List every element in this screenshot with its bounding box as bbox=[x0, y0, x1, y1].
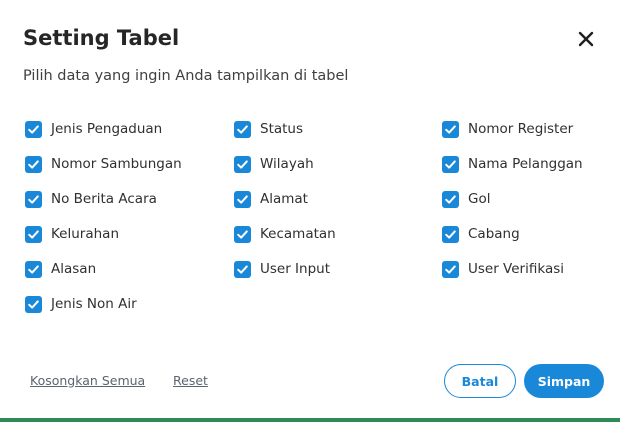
option-kelurahan[interactable]: Kelurahan bbox=[25, 224, 119, 244]
option-label: No Berita Acara bbox=[51, 191, 157, 207]
option-nomor-register[interactable]: Nomor Register bbox=[442, 119, 573, 139]
option-label: User Input bbox=[260, 261, 331, 277]
option-kecamatan[interactable]: Kecamatan bbox=[234, 224, 336, 244]
option-label: Kelurahan bbox=[51, 226, 120, 242]
checkbox-checked-icon[interactable] bbox=[234, 190, 251, 208]
option-label: Jenis Non Air bbox=[51, 296, 137, 312]
option-label: Alasan bbox=[51, 261, 97, 277]
option-cabang[interactable]: Cabang bbox=[442, 224, 520, 244]
cancel-button[interactable]: Batal bbox=[444, 364, 516, 398]
checkbox-checked-icon[interactable] bbox=[25, 295, 42, 313]
option-alasan[interactable]: Alasan bbox=[25, 259, 96, 279]
checkbox-checked-icon[interactable] bbox=[442, 155, 459, 173]
checkbox-checked-icon[interactable] bbox=[442, 190, 459, 208]
dialog-title: Setting Tabel bbox=[23, 26, 180, 50]
option-label: Kecamatan bbox=[260, 226, 336, 242]
checkbox-checked-icon[interactable] bbox=[234, 225, 251, 243]
option-nama-pelanggan[interactable]: Nama Pelanggan bbox=[442, 154, 583, 174]
option-status[interactable]: Status bbox=[234, 119, 303, 139]
option-label: Nomor Register bbox=[468, 121, 574, 137]
checkbox-checked-icon[interactable] bbox=[442, 260, 459, 278]
checkbox-checked-icon[interactable] bbox=[442, 120, 459, 138]
save-button[interactable]: Simpan bbox=[524, 364, 604, 398]
checkbox-checked-icon[interactable] bbox=[442, 225, 459, 243]
checkbox-checked-icon[interactable] bbox=[234, 155, 251, 173]
option-label: Nama Pelanggan bbox=[468, 156, 583, 172]
reset-link[interactable]: Reset bbox=[173, 373, 208, 388]
checkbox-checked-icon[interactable] bbox=[25, 155, 42, 173]
checkbox-checked-icon[interactable] bbox=[25, 190, 42, 208]
checkbox-checked-icon[interactable] bbox=[234, 120, 251, 138]
option-gol[interactable]: Gol bbox=[442, 189, 490, 209]
clear-all-link[interactable]: Kosongkan Semua bbox=[30, 373, 145, 388]
dialog-subtitle: Pilih data yang ingin Anda tampilkan di … bbox=[23, 68, 349, 84]
option-label: Nomor Sambungan bbox=[51, 156, 182, 172]
checkbox-checked-icon[interactable] bbox=[234, 260, 251, 278]
option-user-verifikasi[interactable]: User Verifikasi bbox=[442, 259, 564, 279]
option-label: Alamat bbox=[260, 191, 308, 207]
option-jenis-pengaduan[interactable]: Jenis Pengaduan bbox=[25, 119, 162, 139]
option-label: Cabang bbox=[468, 226, 520, 242]
option-alamat[interactable]: Alamat bbox=[234, 189, 308, 209]
option-wilayah[interactable]: Wilayah bbox=[234, 154, 314, 174]
checkbox-checked-icon[interactable] bbox=[25, 260, 42, 278]
option-user-input[interactable]: User Input bbox=[234, 259, 330, 279]
option-jenis-non-air[interactable]: Jenis Non Air bbox=[25, 294, 137, 314]
setting-table-dialog: Setting Tabel Pilih data yang ingin Anda… bbox=[0, 0, 620, 422]
close-icon bbox=[578, 31, 594, 47]
option-label: Gol bbox=[468, 191, 491, 207]
option-label: User Verifikasi bbox=[468, 261, 564, 277]
close-button[interactable] bbox=[575, 28, 597, 50]
checkbox-checked-icon[interactable] bbox=[25, 120, 42, 138]
option-label: Wilayah bbox=[260, 156, 314, 172]
option-label: Status bbox=[260, 121, 304, 137]
checkbox-checked-icon[interactable] bbox=[25, 225, 42, 243]
option-label: Jenis Pengaduan bbox=[51, 121, 163, 137]
option-no-berita-acara[interactable]: No Berita Acara bbox=[25, 189, 157, 209]
option-nomor-sambungan[interactable]: Nomor Sambungan bbox=[25, 154, 182, 174]
